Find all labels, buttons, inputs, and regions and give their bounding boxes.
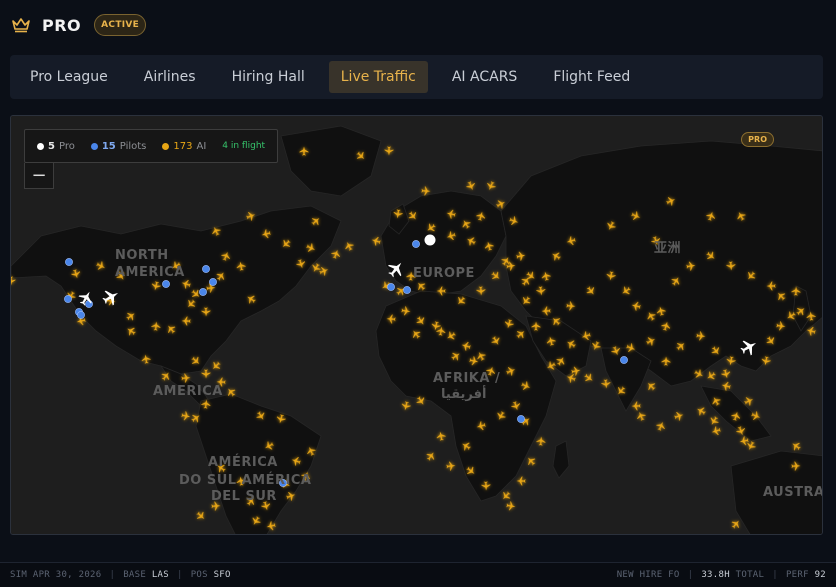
label-south-america-3: DEL SUR <box>211 489 277 504</box>
sim-date: APR 30, 2026 <box>32 570 102 580</box>
tab-hiring-hall[interactable]: Hiring Hall <box>220 61 317 93</box>
pilot-marker[interactable] <box>162 280 170 288</box>
label-north-america-2: AMERICA <box>115 265 185 280</box>
pilot-marker[interactable] <box>77 311 85 319</box>
legend-pilots: 15 Pilots <box>90 140 147 152</box>
sim-label: SIM <box>10 570 28 580</box>
perf-value: 92 <box>814 570 826 580</box>
tab-pro-league[interactable]: Pro League <box>18 61 120 93</box>
pilot-marker[interactable] <box>387 283 395 291</box>
perf-label: PERF <box>785 570 809 580</box>
label-africa-1: AFRIKA / <box>433 371 500 386</box>
legend-pro-label: Pro <box>58 140 75 152</box>
label-europe: EUROPE <box>413 266 475 281</box>
pro-chip: PRO <box>741 132 774 147</box>
legend-pro-count: 5 <box>48 140 55 152</box>
tab-live-traffic[interactable]: Live Traffic <box>328 61 428 93</box>
tab-airlines[interactable]: Airlines <box>132 61 208 93</box>
pos-label: POS <box>190 570 208 580</box>
live-traffic-map[interactable]: NORTH AMERICA AMERICA AMÉRICA DO SUL AMÉ… <box>10 115 823 535</box>
in-flight-count: 4 in flight <box>222 141 266 151</box>
pilot-marker[interactable] <box>620 356 628 364</box>
base-value: LAS <box>151 570 169 580</box>
label-asia: 亚洲 <box>654 241 681 256</box>
pilot-marker[interactable] <box>202 265 210 273</box>
pilot-dot-icon <box>90 142 98 150</box>
legend-ai: 173 AI <box>162 141 206 152</box>
label-america: AMERICA <box>153 384 223 399</box>
world-map-canvas[interactable]: NORTH AMERICA AMERICA AMÉRICA DO SUL AMÉ… <box>11 116 823 535</box>
label-australia: AUSTRA <box>763 485 823 500</box>
hours-value: 33.8H <box>701 570 730 580</box>
pilot-marker[interactable] <box>403 286 411 294</box>
label-south-america-1: AMÉRICA <box>208 454 278 470</box>
status-badge: ACTIVE <box>94 14 147 36</box>
pos-value: SFO <box>213 570 231 580</box>
brand-title: PRO <box>42 15 82 35</box>
label-north-america-1: NORTH <box>115 248 169 263</box>
legend-ai-count: 173 <box>173 140 193 152</box>
crown-icon <box>12 18 30 33</box>
label-south-america-2: DO SUL AMÉRICA <box>179 472 311 488</box>
legend-pilots-label: Pilots <box>119 140 147 152</box>
status-footer: SIM APR 30, 2026 | BASE LAS | POS SFO NE… <box>0 562 836 587</box>
label-africa-2: أفريقيا <box>441 385 486 402</box>
legend-pilots-count: 15 <box>101 140 116 152</box>
pilot-marker[interactable] <box>517 415 525 423</box>
pilot-marker[interactable] <box>199 288 207 296</box>
tab-bar: Pro League Airlines Hiring Hall Live Tra… <box>10 55 823 99</box>
pro-marker[interactable] <box>424 234 436 246</box>
legend-pro: 5 Pro <box>37 141 75 152</box>
top-header: PRO ACTIVE <box>0 0 836 50</box>
pro-dot-icon <box>37 142 44 150</box>
tab-ai-acars[interactable]: AI ACARS <box>440 61 529 93</box>
rank-label: NEW HIRE FO <box>616 570 680 580</box>
pilot-marker[interactable] <box>412 240 420 248</box>
pilot-marker[interactable] <box>209 278 217 286</box>
base-label: BASE <box>123 570 147 580</box>
hours-label: TOTAL <box>735 570 765 580</box>
traffic-legend: 5 Pro 15 Pilots 173 AI 4 in flight <box>24 129 279 163</box>
pilot-marker[interactable] <box>65 258 73 266</box>
ai-dot-icon <box>162 142 170 150</box>
zoom-out-button[interactable]: − <box>24 163 54 189</box>
pilot-marker[interactable] <box>64 295 72 303</box>
tab-flight-feed[interactable]: Flight Feed <box>541 61 642 93</box>
legend-ai-label: AI <box>196 140 207 152</box>
